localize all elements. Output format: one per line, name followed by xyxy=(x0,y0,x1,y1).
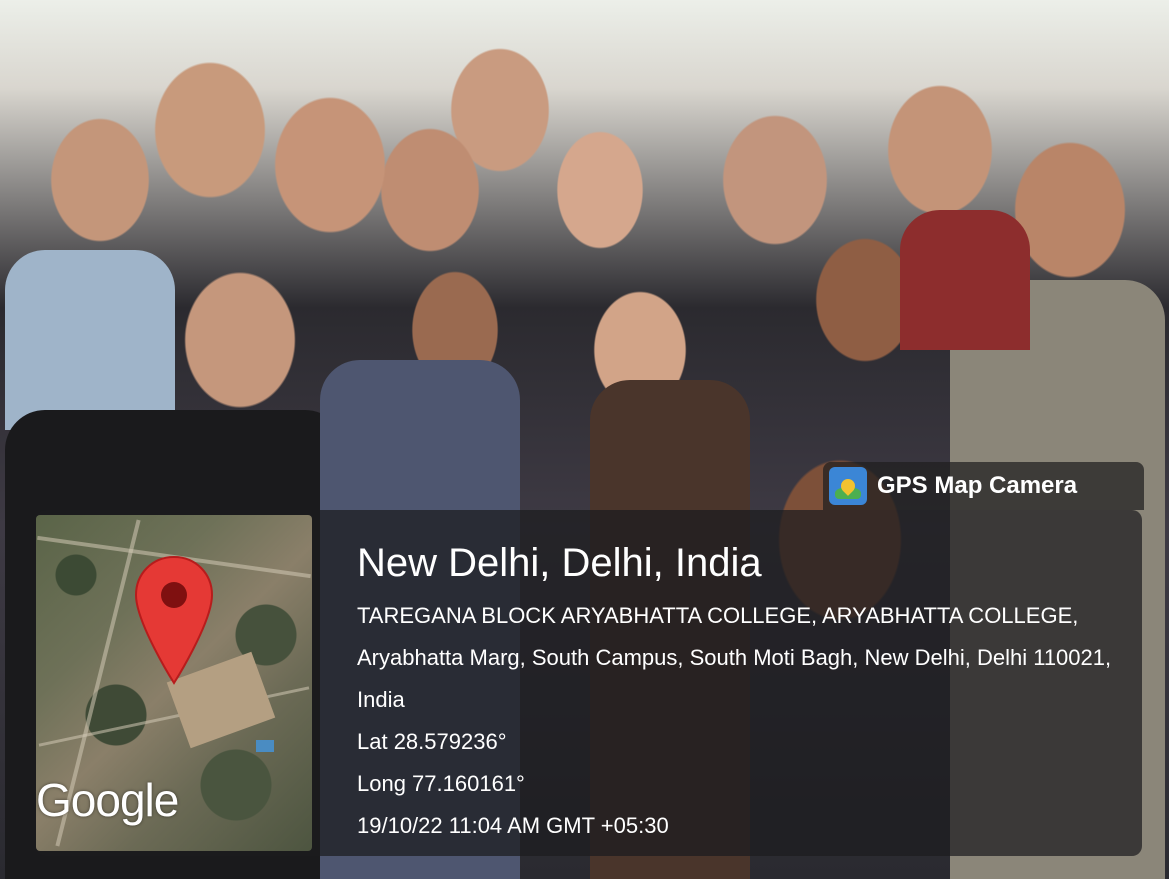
shirt-blue xyxy=(5,250,175,430)
latitude: Lat 28.579236° xyxy=(357,729,507,754)
google-logo: Google xyxy=(36,774,179,826)
longitude: Long 77.160161° xyxy=(357,771,525,796)
app-name: GPS Map Camera xyxy=(877,472,1078,499)
gps-map-camera-badge: GPS Map Camera xyxy=(823,462,1144,510)
location-city: New Delhi, Delhi, India xyxy=(357,541,762,585)
timestamp: 19/10/22 11:04 AM GMT +05:30 xyxy=(357,813,669,838)
location-address: TAREGANA BLOCK ARYABHATTA COLLEGE, ARYAB… xyxy=(357,603,1112,712)
shirt-red xyxy=(900,210,1030,350)
gps-map-camera-icon xyxy=(829,467,867,505)
location-details: New Delhi, Delhi, India TAREGANA BLOCK A… xyxy=(357,535,1117,847)
map-pin-icon xyxy=(134,555,214,685)
